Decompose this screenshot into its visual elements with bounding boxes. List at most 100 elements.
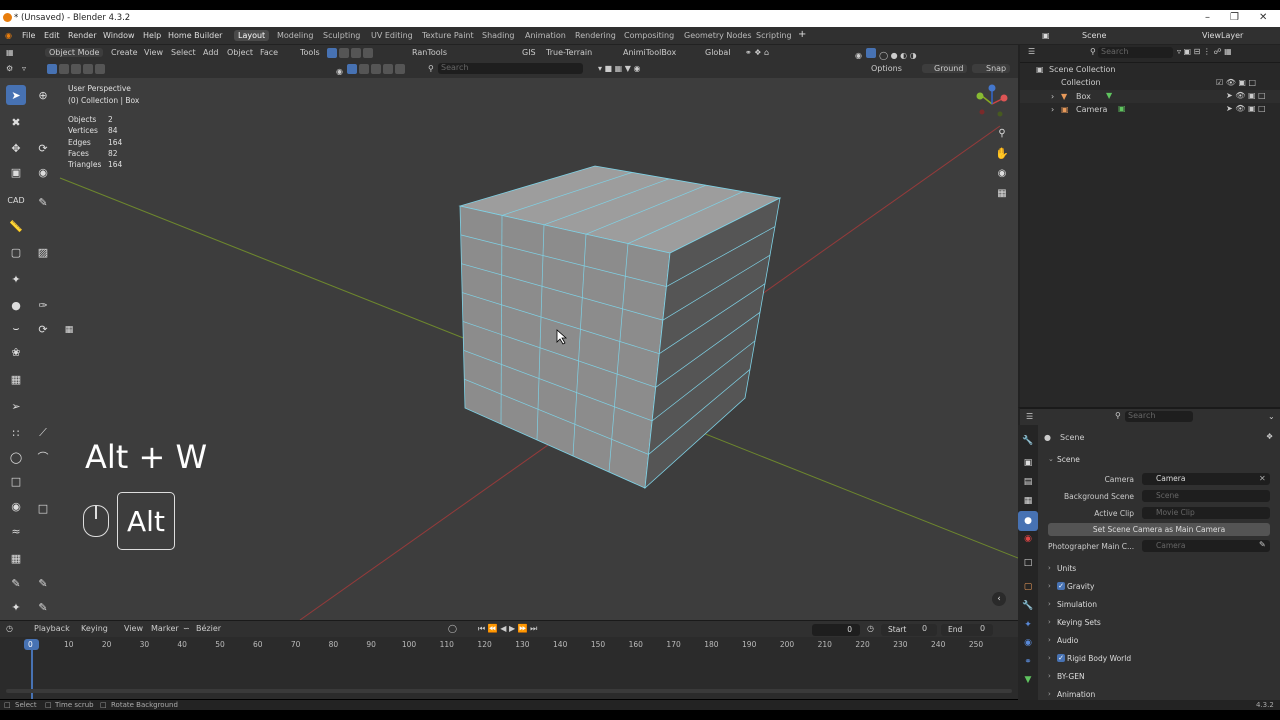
collection-tab-icon[interactable]: □ [1018,553,1038,573]
grid-tool-icon[interactable]: ▦ [6,548,26,568]
mode-selector[interactable]: Object Mode [45,48,104,57]
tab-scripting[interactable]: Scripting [752,30,796,41]
data-tab-icon[interactable]: ▼ [1018,670,1038,690]
timeline-menu-playback[interactable]: Playback [34,624,70,633]
section-by-gen[interactable]: BY-GEN [1057,672,1085,681]
particles-tab-icon[interactable]: ✦ [1018,615,1038,635]
start-frame-value[interactable]: 0 [922,624,927,633]
tab-layout[interactable]: Layout [234,30,270,41]
tab-geometry-nodes[interactable]: Geometry Nodes [680,30,755,41]
properties-options-icon[interactable]: ⌄ [1268,412,1275,421]
properties-search-input[interactable]: Search [1125,411,1193,422]
playback-controls[interactable]: ⏮ ⏪ ◀ ▶ ⏩ ⏭ [478,624,537,634]
navigation-gizmo[interactable] [972,84,1012,124]
minimize-icon[interactable]: – [1205,12,1210,23]
brush-tool-icon[interactable]: ✑ [33,295,53,315]
addon-animitoolbox[interactable]: AnimiToolBox [623,48,676,57]
bygen-caret-icon[interactable]: › [1048,672,1051,680]
add-workspace-button[interactable]: + [798,29,806,40]
timeline-area[interactable]: 10 20 30 40 50 60 70 80 90 100 110 120 130 140 150 160 1… [0,637,1018,699]
transform-orientation[interactable]: Global [705,48,731,57]
circle-tool-icon[interactable]: ◯ [6,447,26,467]
box-expand-icon[interactable]: › [1051,92,1054,101]
end-frame-value[interactable]: 0 [980,624,985,633]
add-object-tool-icon[interactable]: ▨ [33,242,53,262]
outliner-scene-collection[interactable]: Scene Collection [1049,65,1116,74]
options-dropdown[interactable]: Options [871,64,902,73]
filter-icon[interactable]: ▿ [22,64,26,73]
scene-panel-caret-icon[interactable]: ⌄ [1048,455,1054,463]
units-caret-icon[interactable]: › [1048,564,1051,572]
scale-tool-icon[interactable]: ▣ [6,162,26,182]
world-tab-icon[interactable]: ◉ [1018,529,1038,549]
pan-hand-icon[interactable]: ✋ [992,143,1012,163]
menu-select[interactable]: Select [171,48,196,57]
photographer-camera-field[interactable]: Camera [1142,540,1270,552]
cad-tool-icon[interactable]: CAD [6,190,26,210]
record-icon[interactable]: ◯ [448,624,457,633]
addon-true-terrain[interactable]: True-Terrain [546,48,592,57]
knife-tool-icon[interactable]: ◉ [6,496,26,516]
scene-selector[interactable]: Scene [1082,31,1106,40]
outliner-collection[interactable]: Collection [1061,78,1101,87]
menu-home-builder[interactable]: Home Builder [168,31,222,40]
timeline-menu-view[interactable]: View [124,624,143,633]
snap-button[interactable]: Snap [972,64,1011,73]
camera-clear-icon[interactable]: ✕ [1259,474,1266,483]
simulation-caret-icon[interactable]: › [1048,600,1051,608]
maximize-icon[interactable]: ❐ [1230,12,1239,23]
addon-rantools[interactable]: RanTools [412,48,447,57]
active-clip-field[interactable]: Movie Clip [1142,507,1270,519]
rotate-tool-icon[interactable]: ⟳ [33,138,53,158]
close-icon[interactable]: ✕ [1259,12,1267,23]
tab-shading[interactable]: Shading [478,30,519,41]
fill-tool-icon[interactable]: ✦ [6,597,26,617]
extrude-tool-icon[interactable]: ✦ [6,269,26,289]
section-audio[interactable]: Audio [1057,636,1078,645]
tab-compositing[interactable]: Compositing [620,30,678,41]
view-layer-selector[interactable]: ViewLayer [1202,31,1243,40]
measure-tool-icon[interactable]: 📏 [6,216,26,236]
section-animation[interactable]: Animation [1057,690,1095,699]
filter-tools-icons[interactable]: ▾ ■ ▦ ▼ ◉ [598,64,640,73]
menu-help[interactable]: Help [143,31,161,40]
menu-create[interactable]: Create [111,48,138,57]
menu-edit[interactable]: Edit [44,31,60,40]
paint2-tool-icon[interactable]: ✎ [33,573,53,593]
spin-tool-icon[interactable]: ⟳ [33,319,53,339]
menu-face[interactable]: Face [260,48,278,57]
scene-tab-icon[interactable]: ● [1018,511,1038,531]
menu-object[interactable]: Object [227,48,253,57]
view-layer-tab-icon[interactable]: ▦ [1018,491,1038,511]
output-tab-icon[interactable]: ▤ [1018,472,1038,492]
rigid-body-checkbox[interactable]: ✓ [1057,654,1065,662]
audio-caret-icon[interactable]: › [1048,636,1051,644]
tab-sculpting[interactable]: Sculpting [319,30,364,41]
snap-icons[interactable]: ⚭ ❖ ⌂ [745,48,769,57]
collection-checkbox-icon[interactable]: ☑ 👁 ▣ □ [1216,78,1256,87]
arc-tool-icon[interactable]: ⌒ [33,447,53,467]
interpolation-selector[interactable]: Bézier [196,624,221,633]
gravity-checkbox[interactable]: ✓ [1057,582,1065,590]
physics-tab-icon[interactable]: ◉ [1018,633,1038,653]
tweak-tool-icon[interactable]: ✖ [6,112,26,132]
camera-expand-icon[interactable]: › [1051,105,1054,114]
object-tab-icon[interactable]: ▢ [1018,577,1038,597]
timeline-menu-marker[interactable]: Marker [151,624,179,633]
menu-render[interactable]: Render [68,31,96,40]
image-tool-icon[interactable]: ▦ [6,369,26,389]
outliner-search-input[interactable]: Search [1098,47,1173,58]
expand-sidebar-icon[interactable]: ‹ [992,592,1006,606]
tab-modeling[interactable]: Modeling [273,30,317,41]
vertex-tool-icon[interactable]: ∷ [6,423,26,443]
transform-tool-icon[interactable]: ◉ [33,162,53,182]
page-tool-icon[interactable]: □ [33,498,53,518]
pivot-icons[interactable]: ◉ [336,64,406,76]
3d-viewport[interactable]: ➤ ⊕ ✖ ✥ ⟳ ▣ ◉ CAD ✎ 📏 ▢ ▨ ✦ ● ✑ ⌣ ⟳ ❀ ▦ … [0,78,1018,620]
rigid-body-caret-icon[interactable]: › [1048,654,1051,662]
tab-animation[interactable]: Animation [521,30,570,41]
gear-icon[interactable]: ⚙ [6,64,13,73]
outliner-object-box[interactable]: Box [1076,92,1091,101]
outliner-object-camera[interactable]: Camera [1076,105,1107,114]
blender-menu-icon[interactable]: ◉ [5,31,12,40]
